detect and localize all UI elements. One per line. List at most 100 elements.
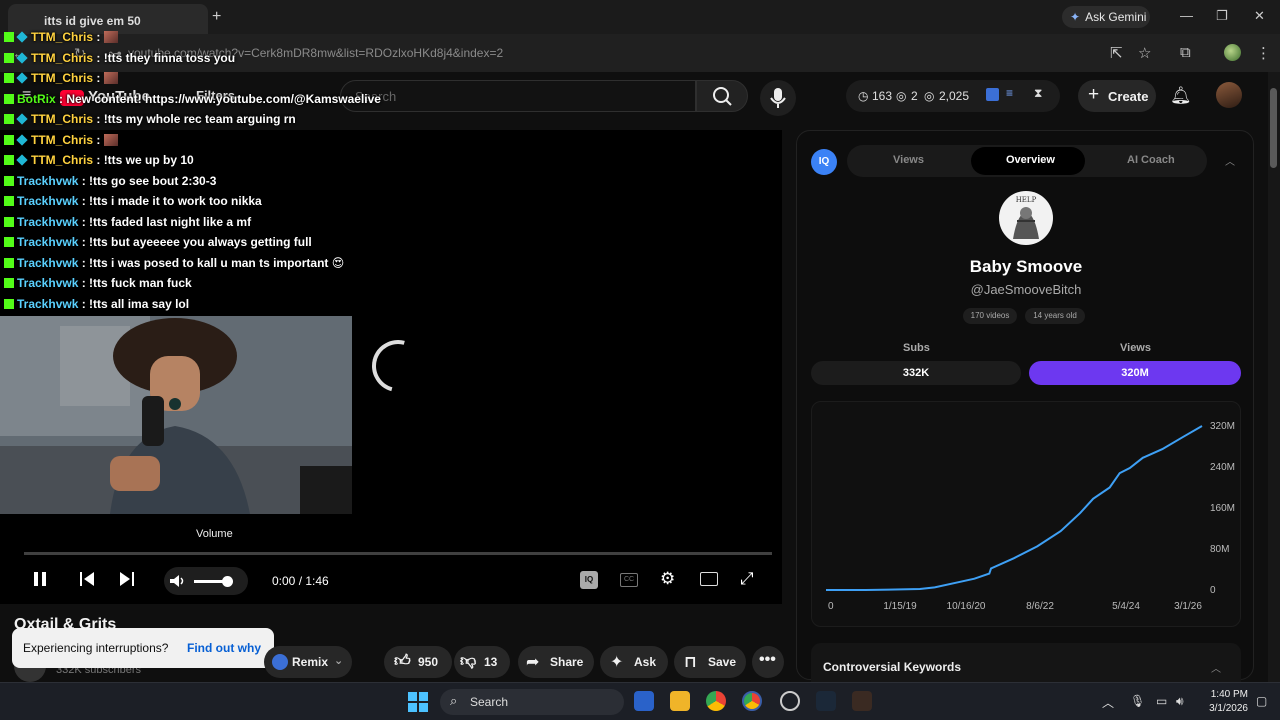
kick-badge-icon: [4, 93, 14, 104]
store-app-icon[interactable]: [634, 691, 654, 711]
diamond-badge-icon: [16, 31, 28, 43]
share-button[interactable]: ➦ Share: [518, 646, 594, 678]
extension-stats-pill[interactable]: ◷ 163 ◎ 2 ◎ 2,025 ≡ ⧗: [846, 80, 1060, 112]
close-window-button[interactable]: ✕: [1254, 8, 1265, 24]
scrollbar-thumb[interactable]: [1270, 88, 1277, 168]
tab-views[interactable]: Views: [893, 154, 924, 166]
iq-logo-icon: IQ: [811, 149, 837, 175]
iq-player-icon[interactable]: IQ: [580, 571, 598, 589]
tab-overview[interactable]: Overview: [1006, 154, 1055, 166]
ask-button[interactable]: ✦ Ask: [600, 646, 668, 678]
page-scrollbar[interactable]: [1268, 72, 1280, 682]
chat-emote-icon: [103, 72, 118, 84]
previous-icon[interactable]: [78, 570, 96, 588]
subs-segment[interactable]: 332K: [811, 361, 1021, 385]
collapse-panel-icon[interactable]: ︿: [1225, 153, 1235, 168]
tray-overflow-icon[interactable]: ︿: [1102, 694, 1114, 711]
views-segment[interactable]: 320M: [1029, 361, 1241, 385]
progress-bar[interactable]: [24, 552, 772, 555]
chat-message-text: !tts but ayeeeee you always getting full: [89, 235, 312, 249]
taskbar-clock[interactable]: 1:40 PM 3/1/2026: [1196, 688, 1248, 716]
diamond-badge-icon: [16, 113, 28, 125]
interruption-toast: Experiencing interruptions? Find out why: [12, 628, 274, 668]
taskbar-search[interactable]: ⌕ Search: [440, 689, 624, 715]
chat-message-text: !tts all ima say lol: [89, 296, 190, 311]
remix-button[interactable]: Remix ⌄: [264, 646, 352, 678]
install-app-icon[interactable]: ⇱: [1110, 44, 1123, 62]
tab-title: itts id give em 50: [44, 14, 141, 28]
iq-extension-icon[interactable]: [986, 88, 999, 101]
hourglass-icon[interactable]: ⧗: [1034, 86, 1042, 101]
dislike-button[interactable]: 👎︎ 13: [454, 646, 510, 678]
avatar-help-text: HELP: [1016, 196, 1037, 204]
controversial-keywords-section[interactable]: Controversial Keywords ︿: [811, 643, 1241, 683]
channel-handle: @JaeSmooveBitch: [970, 282, 1082, 297]
diamond-badge-icon: [16, 154, 28, 166]
chat-separator: :: [78, 235, 90, 249]
kick-badge-icon: [4, 196, 14, 206]
ask-gemini-button[interactable]: ✦ Ask Gemini: [1062, 6, 1150, 28]
kick-badge-icon: [4, 134, 14, 145]
chevron-up-icon[interactable]: ︿: [1211, 660, 1221, 675]
create-label: Create: [1108, 89, 1149, 104]
minimize-button[interactable]: —: [1180, 8, 1193, 23]
theater-mode-icon[interactable]: [700, 572, 718, 586]
extensions-icon[interactable]: ⧉: [1180, 44, 1191, 61]
search-icon: ⌕: [450, 693, 458, 708]
notification-center-icon[interactable]: ▢: [1256, 694, 1267, 708]
account-avatar[interactable]: [1216, 82, 1242, 108]
search-input[interactable]: Search: [340, 80, 696, 112]
views-series-line: [826, 425, 1203, 591]
like-button[interactable]: 👍︎ 950: [384, 646, 452, 678]
chat-message-text: New content! https://www.youtube.com/@Ka…: [66, 91, 381, 106]
steam-icon[interactable]: [816, 691, 836, 711]
like-count: 950: [418, 655, 439, 669]
search-button[interactable]: [696, 80, 748, 112]
browser-menu-icon[interactable]: ⋮: [1256, 44, 1271, 62]
stat-time: 163: [872, 89, 893, 103]
settings-gear-icon[interactable]: ⚙: [660, 569, 675, 589]
volume-icon: [170, 575, 184, 587]
fullscreen-icon[interactable]: ⤢: [740, 569, 754, 589]
next-icon[interactable]: [118, 570, 136, 588]
volume-control[interactable]: [164, 567, 248, 595]
kick-badge-icon: [4, 155, 14, 165]
list-icon[interactable]: ≡: [1006, 86, 1013, 100]
voice-search-button[interactable]: [760, 80, 796, 116]
eye-icon: ◎: [896, 89, 907, 103]
chrome-profile-icon[interactable]: [742, 691, 762, 711]
save-button[interactable]: ⊓ Save: [674, 646, 746, 678]
tab-ai-coach[interactable]: AI Coach: [1127, 154, 1175, 166]
chat-message-text: !tts go see bout 2:30-3: [89, 173, 217, 188]
media-app-icon[interactable]: [852, 691, 872, 711]
notifications-bell-icon[interactable]: 🔔︎: [1170, 86, 1192, 106]
tray-mic-icon[interactable]: 🎙︎: [1130, 694, 1145, 708]
pause-icon[interactable]: [32, 570, 48, 588]
kick-badge-icon: [4, 32, 14, 42]
restore-button[interactable]: ❐: [1216, 8, 1228, 24]
subtitles-cc-icon[interactable]: CC: [620, 573, 638, 587]
chat-message-text: !tts we up by 10: [103, 153, 194, 167]
ask-gemini-label: Ask Gemini: [1085, 10, 1147, 24]
windows-start-icon[interactable]: [408, 692, 428, 712]
bookmark-star-icon[interactable]: ☆: [1138, 44, 1151, 62]
chat-username: Trackhvwk: [17, 194, 79, 208]
create-button[interactable]: + Create: [1078, 80, 1156, 112]
kick-badge-icon: [4, 175, 14, 186]
volume-slider-knob[interactable]: [222, 576, 233, 587]
app-notification-icon[interactable]: [780, 691, 800, 711]
chat-message-row: Trackhvwk : !tts fuck man fuck: [4, 276, 192, 292]
browser-profile-avatar[interactable]: [1224, 44, 1241, 61]
chat-message-row: TTM_Chris :: [4, 30, 118, 46]
tray-network-icon[interactable]: ▭: [1156, 694, 1167, 708]
find-out-why-link[interactable]: Find out why: [187, 641, 261, 655]
new-tab-button[interactable]: +: [212, 8, 221, 26]
remix-label: Remix: [292, 655, 329, 669]
more-actions-button[interactable]: •••: [752, 646, 784, 678]
chrome-icon[interactable]: [706, 691, 726, 711]
thumbs-up-icon: 👍︎: [394, 653, 411, 670]
tray-volume-icon[interactable]: 🔊︎: [1176, 694, 1184, 709]
file-explorer-icon[interactable]: [670, 691, 690, 711]
toast-text: Experiencing interruptions?: [23, 641, 169, 655]
panel-tabs: Views Overview AI Coach: [847, 145, 1207, 177]
